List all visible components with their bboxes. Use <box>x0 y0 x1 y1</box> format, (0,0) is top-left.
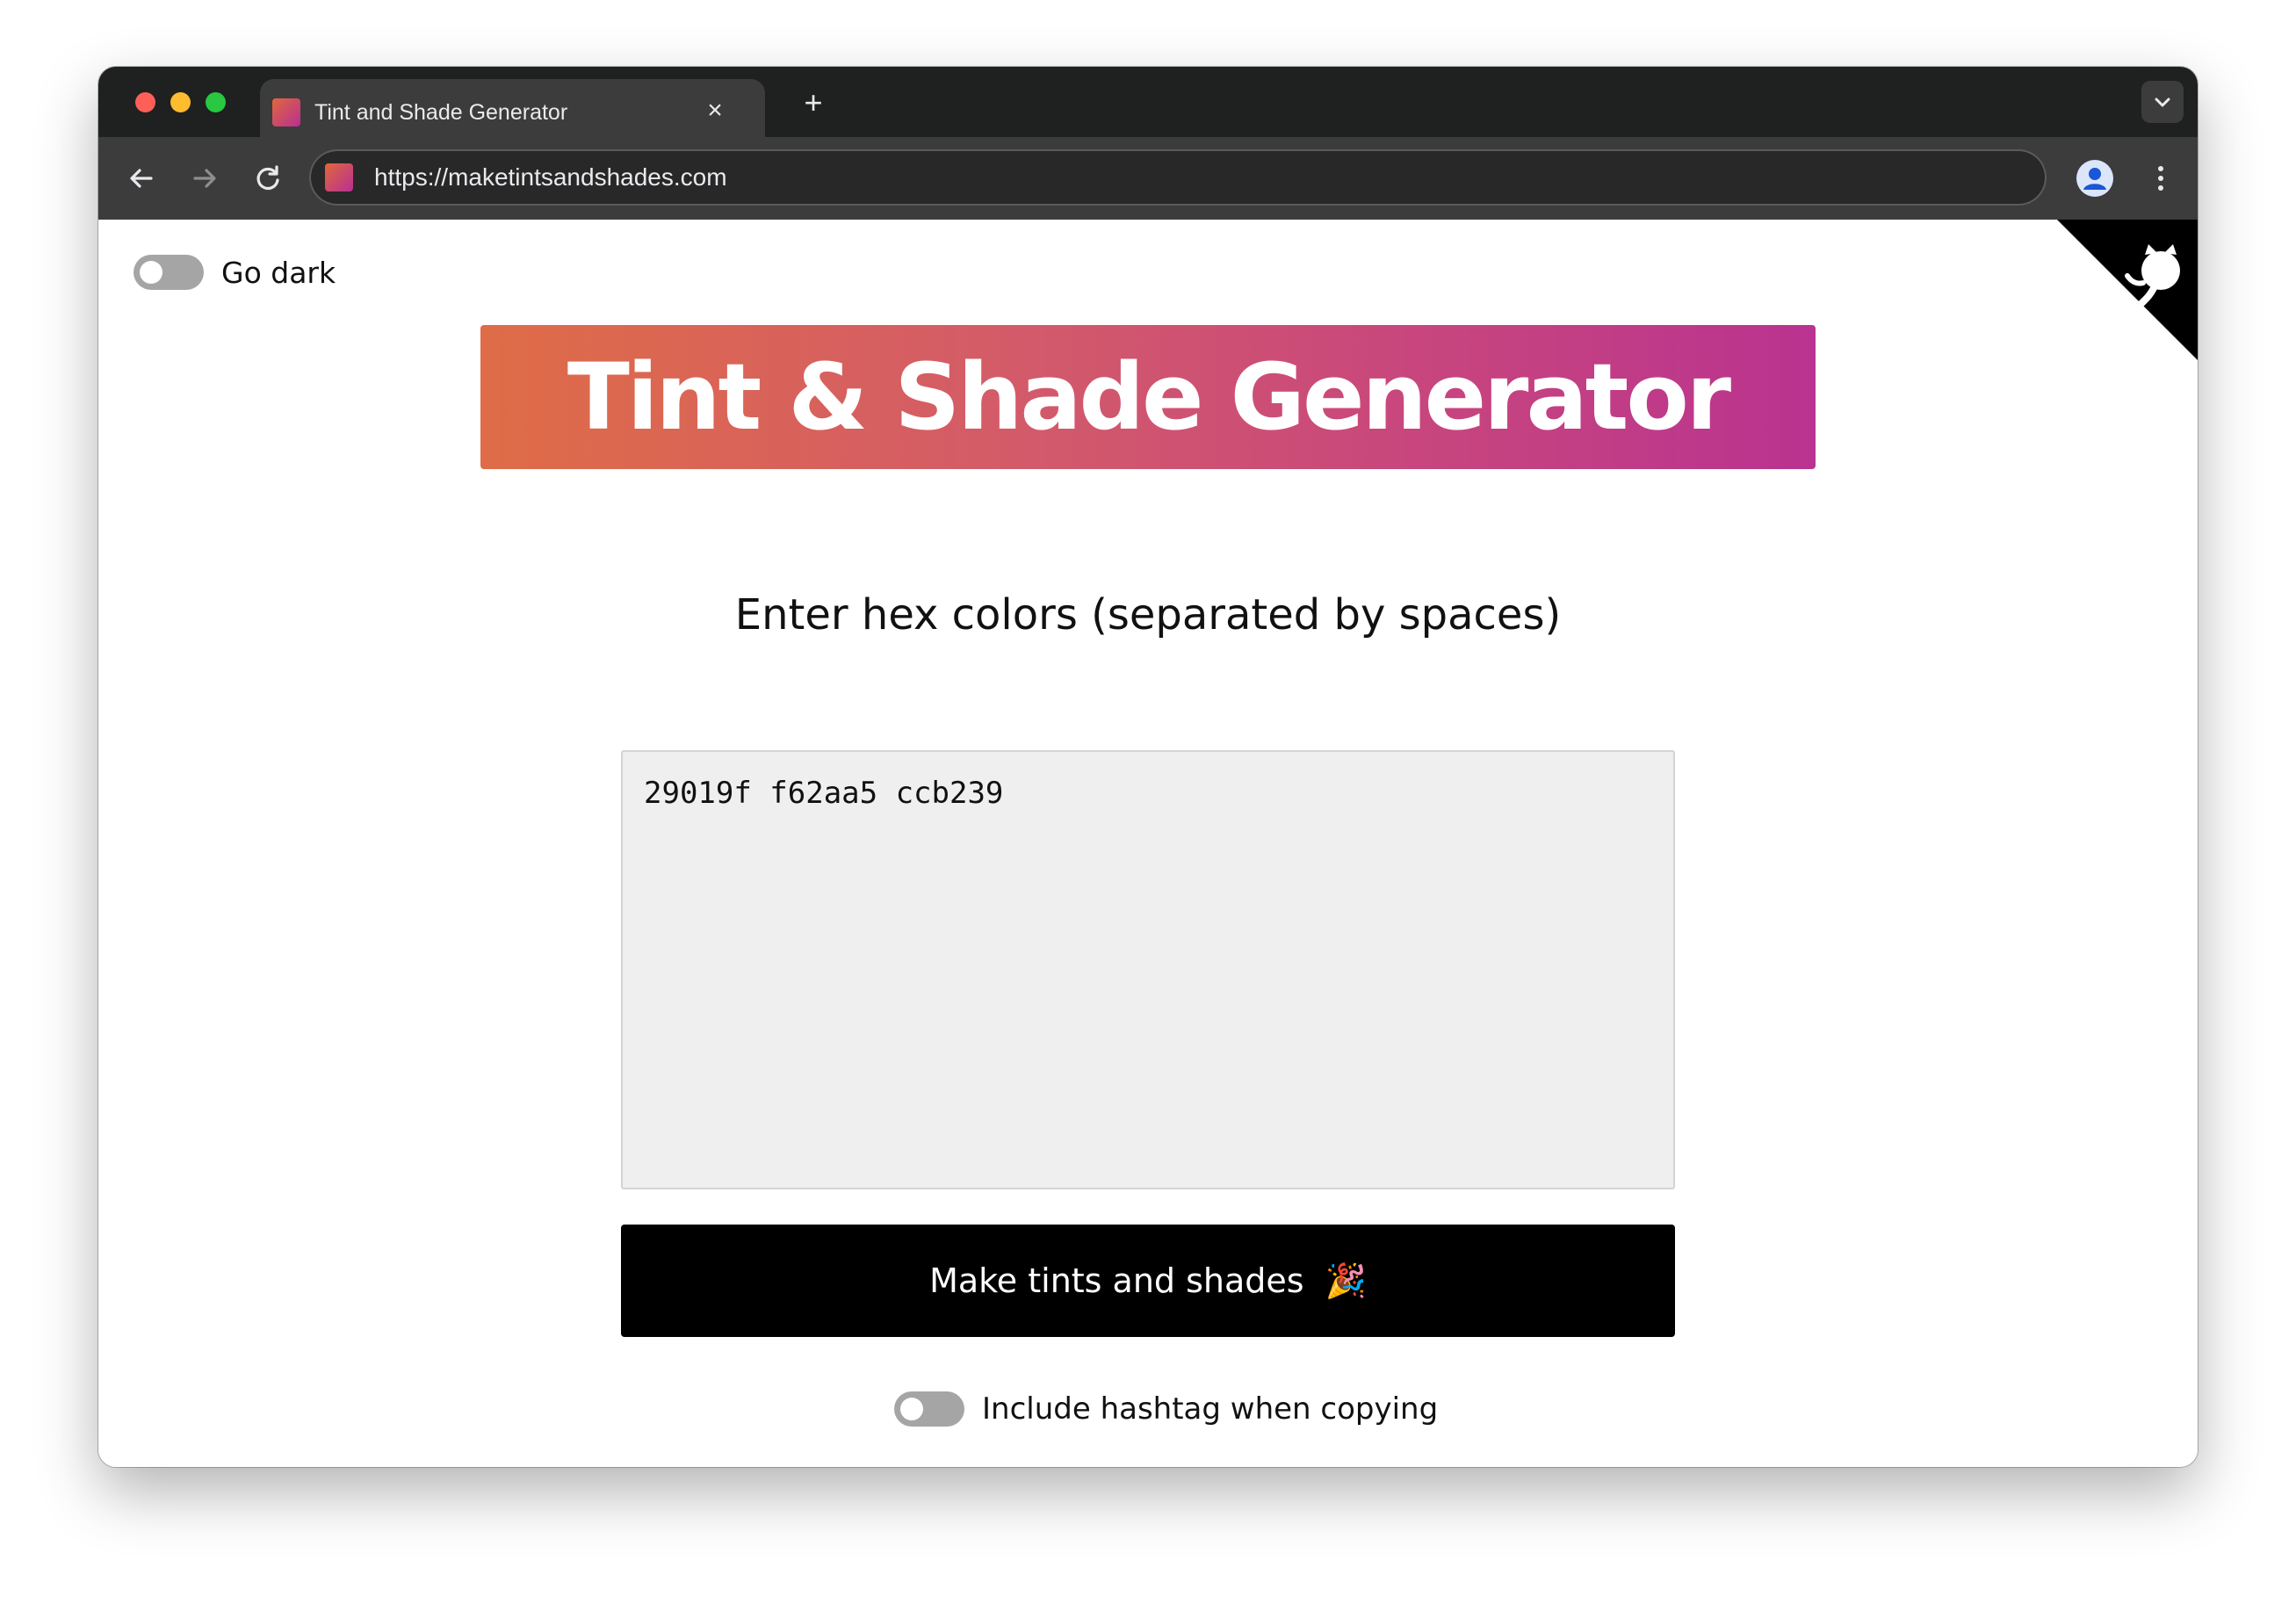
hex-colors-input[interactable]: 29019f f62aa5 ccb239 <box>621 750 1675 1189</box>
back-button[interactable] <box>121 158 162 199</box>
profile-icon <box>2077 161 2112 196</box>
chevron-down-icon <box>2155 98 2170 107</box>
url-text: https://maketintsandshades.com <box>374 163 727 191</box>
page-title: Tint & Shade Generator <box>567 343 1731 451</box>
dark-mode-label: Go dark <box>221 256 336 290</box>
new-tab-icon[interactable]: + <box>798 87 829 119</box>
tab-title: Tint and Shade Generator <box>314 100 568 125</box>
title-banner: Tint & Shade Generator <box>480 325 1816 469</box>
site-favicon-icon <box>272 98 300 126</box>
tab-search-button[interactable] <box>2141 81 2184 123</box>
reload-button[interactable] <box>248 158 288 199</box>
kebab-menu-icon <box>2158 166 2163 191</box>
tab-tint-and-shade-generator[interactable]: Tint and Shade Generator × <box>260 79 765 137</box>
profile-button[interactable] <box>2076 160 2113 197</box>
toggle-knob <box>900 1398 923 1420</box>
toggle-knob <box>140 261 162 284</box>
arrow-right-icon <box>193 169 216 188</box>
arrow-left-icon <box>130 169 153 188</box>
minimize-window-button[interactable] <box>170 92 191 112</box>
forward-button[interactable] <box>184 158 225 199</box>
github-octocat-icon <box>2057 220 2198 360</box>
address-bar[interactable]: https://maketintsandshades.com <box>309 149 2047 206</box>
github-corner-link[interactable] <box>2057 220 2198 360</box>
site-favicon-icon <box>325 163 353 191</box>
tab-strip: Tint and Shade Generator × + <box>98 67 2198 137</box>
party-popper-icon: 🎉 <box>1325 1261 1367 1300</box>
make-button-label: Make tints and shades <box>929 1261 1304 1300</box>
hex-input-label: Enter hex colors (separated by spaces) <box>734 590 1562 640</box>
close-window-button[interactable] <box>135 92 155 112</box>
maximize-window-button[interactable] <box>206 92 226 112</box>
tab-close-icon[interactable]: × <box>699 95 731 126</box>
hashtag-toggle-label: Include hashtag when copying <box>982 1391 1439 1427</box>
browser-menu-button[interactable] <box>2141 158 2181 199</box>
page-content: Go dark Tint & Shade Generator Enter hex… <box>98 220 2198 1467</box>
reload-icon <box>256 165 279 191</box>
make-tints-and-shades-button[interactable]: Make tints and shades 🎉 <box>621 1225 1675 1337</box>
hashtag-toggle[interactable] <box>894 1391 964 1427</box>
browser-toolbar: https://maketintsandshades.com <box>98 137 2198 220</box>
browser-window: Tint and Shade Generator × + https://mak… <box>98 67 2198 1467</box>
dark-mode-toggle[interactable] <box>134 255 204 290</box>
